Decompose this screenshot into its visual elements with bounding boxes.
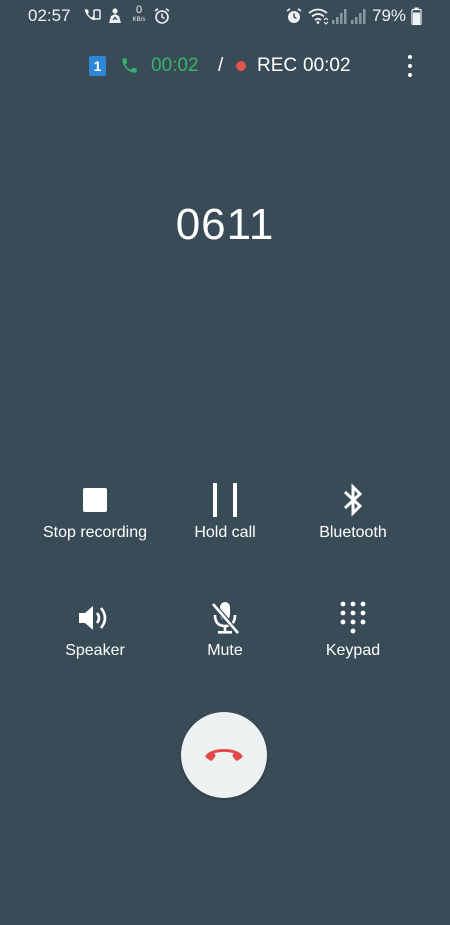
rec-dot-icon bbox=[236, 61, 246, 71]
volte-icon bbox=[83, 6, 101, 26]
caller-number: 0611 bbox=[175, 200, 275, 249]
data-usage-icon bbox=[106, 6, 124, 26]
net-speed-unit: KB/s bbox=[132, 17, 146, 23]
speaker-button[interactable]: Speaker bbox=[20, 598, 170, 688]
call-duration: 00:02 bbox=[151, 55, 199, 76]
more-vert-icon bbox=[408, 55, 412, 59]
pause-icon bbox=[205, 480, 245, 520]
battery-icon bbox=[410, 6, 422, 26]
stop-recording-label: Stop recording bbox=[42, 524, 148, 541]
alarm-icon bbox=[153, 6, 171, 26]
keypad-button[interactable]: Keypad bbox=[278, 598, 428, 688]
sim-icon: 1 bbox=[89, 56, 106, 76]
bluetooth-button[interactable]: Bluetooth bbox=[278, 480, 428, 570]
status-bar: 02:57 0 KB/s 79% bbox=[0, 0, 450, 34]
rec-label: REC bbox=[257, 55, 298, 76]
speaker-label: Speaker bbox=[65, 642, 125, 659]
dialpad-icon bbox=[333, 598, 373, 638]
mic-off-icon bbox=[205, 598, 245, 638]
stop-icon bbox=[75, 480, 115, 520]
keypad-label: Keypad bbox=[325, 642, 381, 659]
battery-percent: 79% bbox=[372, 6, 407, 25]
call-end-icon bbox=[204, 743, 244, 768]
signal-icon bbox=[331, 6, 348, 26]
bluetooth-label: Bluetooth bbox=[319, 524, 387, 541]
wifi-icon bbox=[307, 6, 329, 26]
call-separator: / bbox=[218, 55, 224, 76]
alarm-icon bbox=[285, 6, 303, 26]
call-info-bar: 1 00:02 / REC 00:02 bbox=[0, 50, 450, 80]
net-speed: 0 KB/s bbox=[128, 4, 150, 24]
more-options-button[interactable] bbox=[398, 53, 422, 79]
stop-recording-button[interactable]: Stop recording bbox=[20, 480, 170, 570]
phone-icon bbox=[120, 56, 139, 75]
bluetooth-icon bbox=[333, 480, 373, 520]
status-time: 02:57 bbox=[28, 6, 71, 25]
rec-duration: 00:02 bbox=[303, 55, 351, 76]
end-call-button[interactable] bbox=[181, 712, 267, 798]
signal-icon bbox=[350, 6, 367, 26]
speaker-icon bbox=[75, 598, 115, 638]
net-speed-value: 0 bbox=[135, 4, 143, 16]
